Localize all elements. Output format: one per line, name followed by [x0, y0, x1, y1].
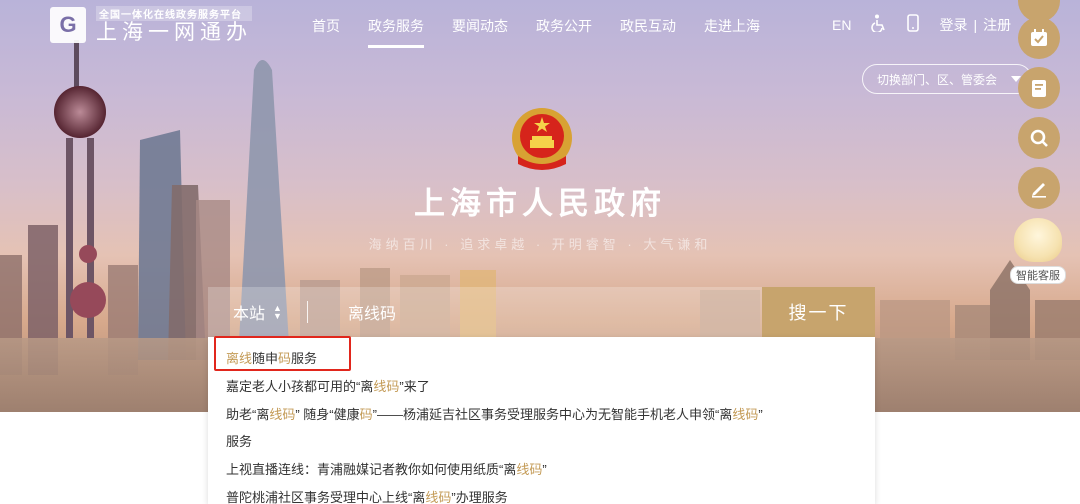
logo-subtitle: 全国一体化在线政务服务平台	[96, 5, 252, 21]
suggestion-item[interactable]: 上视直播连线：青浦融媒记者教你如何使用纸质“离线码”	[226, 456, 875, 484]
header-tools: EN 登录 | 注册	[832, 14, 1031, 35]
site-logo[interactable]: G 全国一体化在线政务服务平台 上海一网通办	[50, 5, 252, 45]
login-separator: |	[973, 16, 978, 33]
department-switcher-label: 切换部门、区、管委会	[877, 72, 998, 87]
nav-interaction[interactable]: 政民互动	[606, 0, 690, 48]
search-scope-value: 本站	[233, 306, 266, 323]
national-emblem-icon	[512, 108, 572, 170]
slogan: 海纳百川 · 追求卓越 · 开明睿智 · 大气谦和	[368, 237, 712, 252]
search-bar: 本站 ▲ ▼ 离线码 搜一下	[208, 287, 875, 337]
suggestion-text: 嘉定老人小孩都可用的“离	[226, 378, 374, 394]
suggestion-text: ”——杨浦延吉社区事务受理服务中心为无智能手机老人申领“离	[372, 406, 733, 422]
search-icon[interactable]	[1018, 117, 1060, 159]
suggestion-keyword: 码	[359, 406, 373, 422]
nav-gov-services[interactable]: 政务服务	[354, 0, 438, 48]
sort-arrows-icon: ▲ ▼	[273, 303, 282, 321]
login-link[interactable]: 登录	[939, 15, 967, 35]
search-scope-select[interactable]: 本站 ▲ ▼	[208, 301, 308, 323]
register-link[interactable]: 注册	[983, 15, 1011, 35]
suggestion-keyword: 线码	[269, 406, 296, 422]
page-title: 上海市人民政府	[414, 186, 666, 221]
wheelchair-icon[interactable]	[871, 14, 887, 35]
suggestion-text: ”来了	[399, 378, 430, 394]
suggestion-keyword: 线码	[425, 489, 452, 504]
search-input[interactable]: 离线码	[308, 300, 396, 324]
edit-document-icon[interactable]	[1018, 67, 1060, 109]
logo-text: 全国一体化在线政务服务平台 上海一网通办	[96, 5, 252, 45]
suggestion-item[interactable]: 助老“离线码” 随身“健康码”——杨浦延吉社区事务受理服务中心为无智能手机老人申…	[226, 401, 875, 429]
suggestion-text: ” 随身“健康	[295, 406, 360, 422]
department-switcher[interactable]: 切换部门、区、管委会	[862, 64, 1032, 94]
suggestion-keyword: 线码	[373, 378, 400, 394]
logo-title: 上海一网通办	[96, 20, 252, 44]
nav-home[interactable]: 首页	[298, 0, 354, 48]
nav-news[interactable]: 要闻动态	[438, 0, 522, 48]
main-nav: 首页 政务服务 要闻动态 政务公开 政民互动 走进上海	[298, 0, 774, 48]
annotation-highlight-box	[214, 336, 351, 371]
suggestion-keyword: 线码	[732, 406, 759, 422]
language-toggle[interactable]: EN	[832, 17, 851, 33]
suggestion-item[interactable]: 服务	[226, 428, 875, 456]
logo-mark-icon: G	[50, 7, 86, 43]
suggestion-text: 上视直播连线：青浦融媒记者教你如何使用纸质“离	[226, 462, 517, 478]
suggestion-text: ”	[542, 462, 547, 478]
suggestion-item[interactable]: 嘉定老人小孩都可用的“离线码”来了	[226, 373, 875, 401]
suggestion-keyword: 线码	[516, 462, 543, 478]
search-button[interactable]: 搜一下	[762, 287, 875, 337]
calendar-check-icon[interactable]	[1018, 17, 1060, 59]
suggestion-text: ”办理服务	[451, 489, 508, 504]
nav-gov-disclosure[interactable]: 政务公开	[522, 0, 606, 48]
smart-service-label: 智能客服	[1010, 266, 1066, 284]
suggestion-text: ”	[758, 406, 763, 422]
search-field: 本站 ▲ ▼ 离线码	[208, 287, 762, 337]
nav-about-shanghai[interactable]: 走进上海	[690, 0, 774, 48]
mobile-icon[interactable]	[907, 14, 920, 35]
suggestion-text: 普陀桃浦社区事务受理中心上线“离	[226, 489, 426, 504]
suggestion-text: 助老“离	[226, 406, 270, 422]
suggestion-item[interactable]: 普陀桃浦社区事务受理中心上线“离线码”办理服务	[226, 484, 875, 504]
suggestion-text: 服务	[226, 434, 253, 450]
